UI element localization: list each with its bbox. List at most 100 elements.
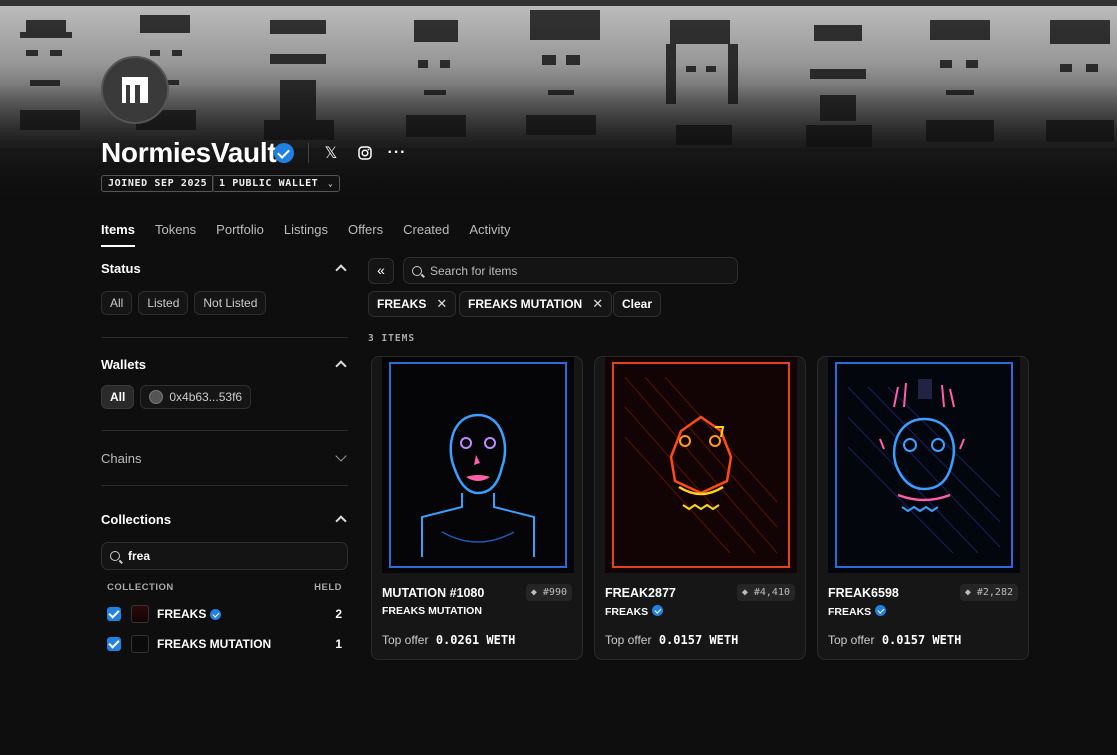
chains-section-header[interactable]: Chains — [101, 445, 348, 471]
tab-items[interactable]: Items — [101, 222, 135, 247]
close-icon[interactable]: ✕ — [592, 296, 603, 312]
checkbox-checked[interactable] — [107, 607, 121, 621]
status-listed[interactable]: Listed — [138, 291, 189, 315]
rarity-rank: ◆ #990 — [525, 584, 572, 601]
collection-thumbnail — [131, 605, 149, 623]
search-icon — [110, 551, 120, 561]
verified-badge-icon — [274, 143, 294, 163]
rarity-rank: ◆ #2,282 — [959, 584, 1018, 601]
status-title: Status — [101, 260, 141, 276]
status-all[interactable]: All — [101, 291, 133, 315]
wallet-address: 0x4b63...53f6 — [169, 390, 243, 404]
item-search-input[interactable]: Search for items — [403, 257, 738, 284]
status-section-header[interactable]: Status — [101, 255, 348, 281]
items-count: 3 ITEMS — [368, 333, 416, 344]
verified-badge-icon — [875, 605, 887, 616]
item-name: FREAK6598 — [828, 585, 899, 600]
divider — [101, 337, 348, 338]
public-wallet-chip[interactable]: 1 PUBLIC WALLET ⌄ — [212, 175, 341, 192]
collection-thumbnail — [131, 635, 149, 653]
collections-section-header[interactable]: Collections — [101, 506, 348, 532]
collection-search-value: frea — [128, 549, 151, 563]
divider — [101, 430, 348, 431]
rarity-rank-value: #4,410 — [753, 587, 790, 598]
top-offer: Top offer 0.0157 WETH — [605, 633, 738, 647]
instagram-icon[interactable] — [354, 142, 376, 164]
wallet-address-pill[interactable]: 0x4b63...53f6 — [140, 385, 252, 409]
tab-tokens[interactable]: Tokens — [155, 222, 196, 247]
profile-avatar[interactable] — [101, 56, 169, 124]
profile-name: NormiesVault — [101, 137, 277, 168]
top-offer-label: Top offer — [828, 633, 875, 647]
item-collection[interactable]: FREAKS — [605, 605, 664, 618]
filter-sidebar: Status All Listed Not Listed Wallets All… — [101, 255, 348, 657]
tab-created[interactable]: Created — [403, 222, 449, 247]
status-options: All Listed Not Listed — [101, 291, 348, 315]
nft-image — [382, 357, 574, 573]
item-collection[interactable]: FREAKS — [828, 605, 887, 618]
nft-image — [605, 357, 797, 573]
wallet-all[interactable]: All — [101, 385, 135, 409]
collapse-sidebar-button[interactable]: « — [368, 258, 394, 284]
collections-title: Collections — [101, 511, 172, 527]
item-collection-name: FREAKS — [828, 606, 872, 618]
top-offer-label: Top offer — [605, 633, 652, 647]
filter-chip-freaks-mutation[interactable]: FREAKS MUTATION ✕ — [459, 291, 613, 317]
top-offer-label: Top offer — [382, 633, 429, 647]
collection-held: 2 — [335, 607, 342, 621]
item-collection-name: FREAKS — [605, 606, 649, 618]
item-card[interactable]: FREAK2877 ◆ #4,410 FREAKS Top offer 0.01… — [594, 356, 806, 660]
chevron-up-icon — [335, 360, 347, 372]
chevron-up-icon — [335, 515, 347, 527]
rarity-rank-value: #990 — [542, 587, 567, 598]
rarity-rank-value: #2,282 — [976, 587, 1013, 598]
vault-logo-icon — [122, 77, 148, 103]
filter-chip-freaks[interactable]: FREAKS ✕ — [368, 291, 457, 317]
top-offer-value: 0.0157 WETH — [881, 633, 962, 647]
wallets-title: Wallets — [101, 356, 147, 372]
tab-portfolio[interactable]: Portfolio — [216, 222, 264, 247]
item-name: FREAK2877 — [605, 585, 676, 600]
status-not-listed[interactable]: Not Listed — [194, 291, 267, 315]
item-collection[interactable]: FREAKS MUTATION — [382, 605, 482, 617]
top-offer: Top offer 0.0261 WETH — [382, 633, 515, 647]
chevron-up-icon — [335, 264, 347, 276]
chevron-down-icon — [335, 450, 347, 462]
close-icon[interactable]: ✕ — [436, 296, 447, 312]
rarity-rank: ◆ #4,410 — [736, 584, 795, 601]
collection-held: 1 — [335, 637, 342, 651]
item-search: Search for items — [403, 257, 738, 284]
collection-search-input[interactable]: frea — [101, 542, 348, 570]
x-icon[interactable]: 𝕏 — [320, 142, 342, 164]
collections-table-header: COLLECTION HELD — [101, 582, 348, 593]
joined-chip: JOINED SEP 2025 — [101, 175, 215, 192]
tab-offers[interactable]: Offers — [348, 222, 383, 247]
divider — [101, 485, 348, 486]
nft-image — [828, 357, 1020, 573]
chains-title: Chains — [101, 450, 142, 466]
profile-tabs: Items Tokens Portfolio Listings Offers C… — [101, 222, 511, 247]
double-chevron-left-icon: « — [377, 262, 385, 278]
wallet-options: All 0x4b63...53f6 — [101, 385, 348, 409]
checkbox-checked[interactable] — [107, 637, 121, 651]
item-search-placeholder: Search for items — [430, 263, 518, 278]
top-offer-value: 0.0157 WETH — [658, 633, 739, 647]
verified-badge-icon — [210, 608, 222, 620]
wallets-section-header[interactable]: Wallets — [101, 351, 348, 377]
item-card[interactable]: FREAK6598 ◆ #2,282 FREAKS Top offer 0.01… — [817, 356, 1029, 660]
collection-row-freaks[interactable]: FREAKS 2 — [101, 601, 348, 627]
tab-activity[interactable]: Activity — [469, 222, 510, 247]
filter-chip-label: FREAKS — [377, 297, 427, 311]
item-card[interactable]: MUTATION #1080 ◆ #990 FREAKS MUTATION To… — [371, 356, 583, 660]
verified-badge-icon — [652, 605, 664, 616]
wallet-avatar-icon — [149, 390, 164, 404]
public-wallet-label: 1 PUBLIC WALLET — [219, 178, 319, 189]
top-offer-value: 0.0261 WETH — [435, 633, 516, 647]
tab-listings[interactable]: Listings — [284, 222, 328, 247]
collection-row-freaks-mutation[interactable]: FREAKS MUTATION 1 — [101, 631, 348, 657]
header-divider — [308, 143, 309, 163]
item-name: MUTATION #1080 — [382, 585, 485, 600]
more-icon[interactable]: ··· — [386, 142, 408, 164]
search-icon — [412, 265, 422, 276]
clear-filters-button[interactable]: Clear — [613, 291, 662, 317]
